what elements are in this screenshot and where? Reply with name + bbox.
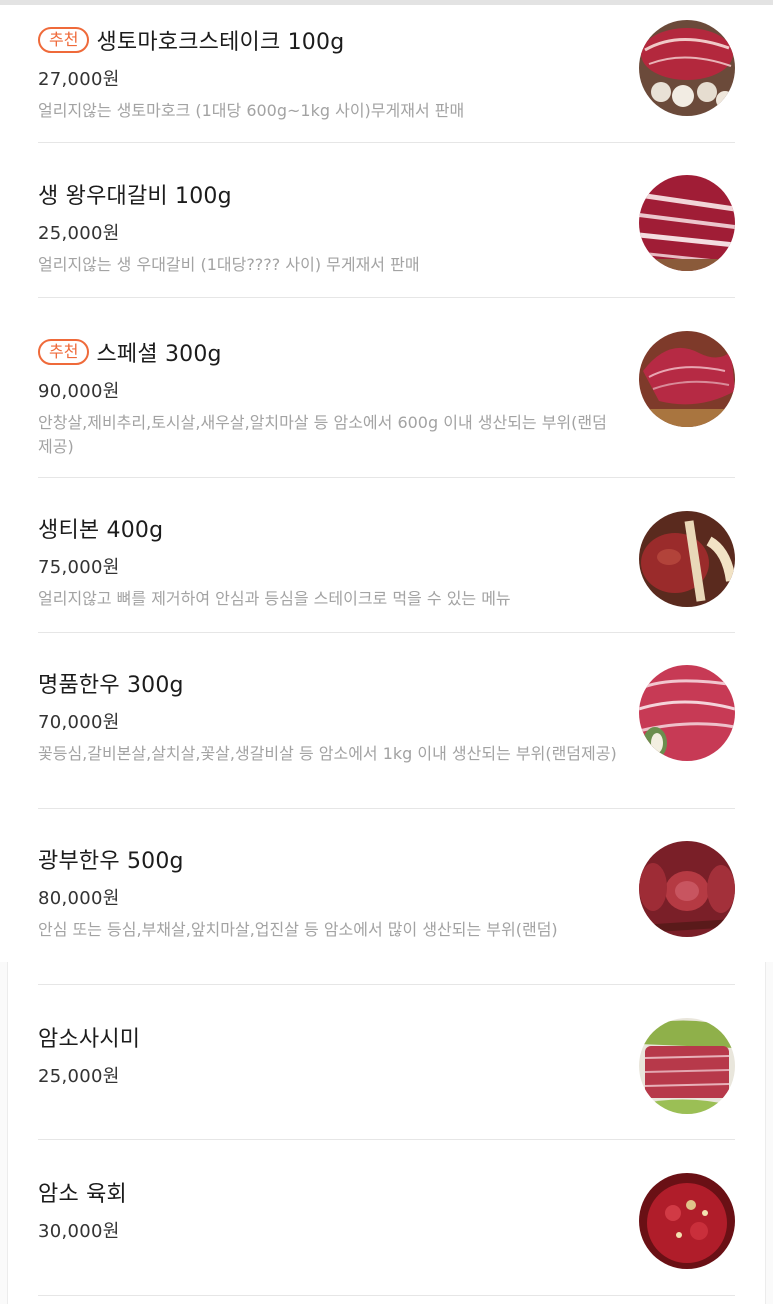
- menu-item-header: 광부한우 500g: [38, 843, 735, 875]
- menu-item-name: 광부한우 500g: [38, 849, 184, 874]
- menu-item-price: 25,000원: [38, 1066, 120, 1087]
- miner-hanwoo-photo: [639, 841, 735, 937]
- special-cuts-photo: [639, 331, 735, 427]
- menu-item-header: 생티본 400g: [38, 512, 735, 544]
- menu-item[interactable]: 광부한우 500g 80,000원 안심 또는 등심,부채살,앞치마살,업진살 …: [38, 809, 735, 985]
- menu-item-header: 추천 스페셜 300g: [38, 336, 735, 368]
- short-rib-photo: [639, 175, 735, 271]
- menu-item-description: 꽃등심,갈비본살,살치살,꽃살,생갈비살 등 암소에서 1kg 이내 생산되는 …: [38, 744, 617, 763]
- menu-item-description: 안심 또는 등심,부채살,앞치마살,업진살 등 암소에서 많이 생산되는 부위(…: [38, 920, 558, 939]
- menu-item-header: 생 왕우대갈비 100g: [38, 178, 735, 210]
- menu-item[interactable]: 생 왕우대갈비 100g 25,000원 얼리지않는 생 우대갈비 (1대당??…: [38, 143, 735, 298]
- yukhoe-photo: [639, 1173, 735, 1269]
- menu-item[interactable]: 명품한우 300g 70,000원 꽃등심,갈비본살,살치살,꽃살,생갈비살 등…: [38, 633, 735, 809]
- menu-item-description: 얼리지않고 뼈를 제거하여 안심과 등심을 스테이크로 먹을 수 있는 메뉴: [38, 589, 511, 608]
- menu-item-description: 얼리지않는 생 우대갈비 (1대당???? 사이) 무게재서 판매: [38, 255, 420, 274]
- menu-item-header: 암소 육회: [38, 1176, 735, 1208]
- menu-item-name: 생토마호크스테이크 100g: [96, 30, 345, 55]
- menu-item-price: 25,000원: [38, 223, 120, 244]
- menu-item[interactable]: 암소사시미 25,000원: [38, 985, 735, 1140]
- menu-item-header: 추천 생토마호크스테이크 100g: [38, 24, 735, 56]
- menu-list: 추천 생토마호크스테이크 100g 27,000원 얼리지않는 생토마호크 (1…: [38, 0, 735, 1296]
- menu-item-header: 명품한우 300g: [38, 667, 735, 699]
- menu-item[interactable]: 추천 생토마호크스테이크 100g 27,000원 얼리지않는 생토마호크 (1…: [38, 0, 735, 143]
- menu-item-description: 얼리지않는 생토마호크 (1대당 600g~1kg 사이)무게재서 판매: [38, 101, 465, 120]
- left-sheet-edge: [0, 962, 8, 1304]
- menu-item-header: 암소사시미: [38, 1021, 735, 1053]
- menu-item[interactable]: 추천 스페셜 300g 90,000원 안창살,제비추리,토시살,새우살,알치마…: [38, 298, 735, 478]
- menu-item-price: 27,000원: [38, 69, 120, 90]
- menu-item-name: 암소사시미: [38, 1027, 141, 1052]
- menu-item[interactable]: 생티본 400g 75,000원 얼리지않고 뼈를 제거하여 안심과 등심을 스…: [38, 478, 735, 633]
- menu-item-price: 75,000원: [38, 557, 120, 578]
- menu-item-name: 스페셜 300g: [96, 342, 222, 367]
- tomahawk-steak-photo: [639, 20, 735, 116]
- menu-item-description: 안창살,제비추리,토시살,새우살,알치마살 등 암소에서 600g 이내 생산되…: [38, 413, 607, 456]
- recommended-badge: 추천: [38, 339, 90, 365]
- beef-sashimi-photo: [639, 1018, 735, 1114]
- t-bone-photo: [639, 511, 735, 607]
- menu-item-name: 암소 육회: [38, 1182, 127, 1207]
- recommended-badge: 추천: [38, 27, 90, 53]
- menu-item-price: 30,000원: [38, 1221, 120, 1242]
- premium-hanwoo-photo: [639, 665, 735, 761]
- menu-item-price: 90,000원: [38, 381, 120, 402]
- menu-item-name: 생 왕우대갈비 100g: [38, 184, 232, 209]
- right-sheet-edge: [765, 962, 773, 1304]
- menu-item[interactable]: 암소 육회 30,000원: [38, 1140, 735, 1296]
- menu-item-name: 명품한우 300g: [38, 673, 184, 698]
- menu-item-name: 생티본 400g: [38, 518, 164, 543]
- menu-item-price: 80,000원: [38, 888, 120, 909]
- menu-item-price: 70,000원: [38, 712, 120, 733]
